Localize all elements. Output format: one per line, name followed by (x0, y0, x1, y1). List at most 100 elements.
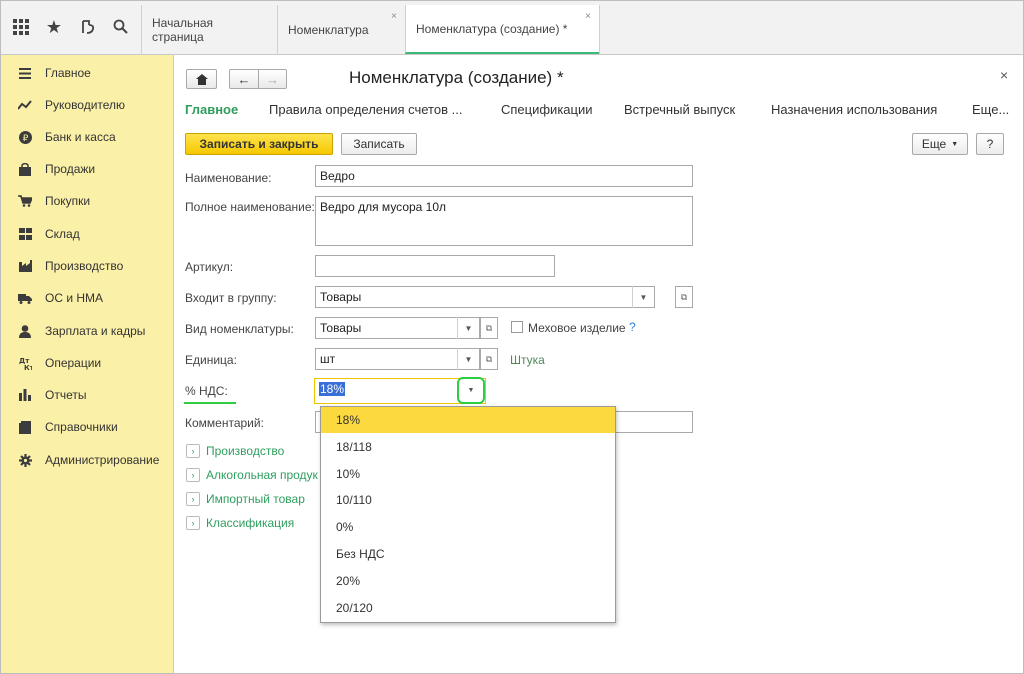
sidebar-item-label: Банк и касса (45, 130, 116, 144)
save-and-close-button[interactable]: Записать и закрыть (185, 133, 333, 155)
sidebar-item-label: ОС и НМА (45, 291, 104, 305)
open-icon[interactable]: ⧉ (480, 317, 498, 339)
tab-specifications[interactable]: Спецификации (501, 102, 593, 117)
gear-icon (17, 452, 33, 468)
history-icon[interactable] (76, 15, 100, 39)
vat-option-0[interactable]: 0% (321, 514, 615, 540)
save-button[interactable]: Записать (341, 133, 417, 155)
name-input[interactable]: Ведро (315, 165, 693, 187)
tab-account-rules[interactable]: Правила определения счетов ... (269, 102, 462, 117)
sidebar-item-sales[interactable]: Продажи (17, 159, 95, 179)
home-button[interactable] (186, 69, 217, 89)
kind-value: Товары (320, 321, 362, 335)
tab-nomenclature[interactable]: Номенклатура × (277, 5, 405, 54)
close-icon[interactable]: × (391, 11, 397, 22)
tab-nomenclature-create[interactable]: Номенклатура (создание) * × (405, 5, 599, 54)
chevron-right-icon: › (186, 444, 200, 458)
fullname-label: Полное наименование: (185, 200, 315, 214)
open-icon[interactable]: ⧉ (675, 286, 693, 308)
vat-option-20-120[interactable]: 20/120 (321, 595, 615, 621)
svg-text:₽: ₽ (22, 134, 28, 144)
vat-option-20[interactable]: 20% (321, 568, 615, 594)
sidebar-item-bank[interactable]: ₽ Банк и касса (17, 127, 116, 147)
more-button[interactable]: Еще ▼ (912, 133, 968, 155)
chevron-right-icon: › (186, 516, 200, 530)
name-label: Наименование: (185, 171, 272, 185)
bag-icon (17, 161, 33, 177)
tab-main[interactable]: Главное (185, 102, 238, 117)
group-alcohol[interactable]: › Алкогольная продук (186, 468, 318, 482)
close-icon[interactable]: × (1000, 67, 1008, 83)
tab-more[interactable]: Еще... (972, 102, 1009, 117)
group-production[interactable]: › Производство (186, 444, 284, 458)
sidebar-item-references[interactable]: Справочники (17, 417, 118, 437)
vat-option-10[interactable]: 10% (321, 461, 615, 487)
close-icon[interactable]: × (585, 11, 591, 22)
group-classification[interactable]: › Классификация (186, 516, 294, 530)
vat-option-18-118[interactable]: 18/118 (321, 434, 615, 460)
trend-icon (17, 97, 33, 113)
top-bar: ★ Начальная страница Номенклатура × Номе… (1, 1, 1023, 55)
apps-grid-icon[interactable] (9, 15, 33, 39)
chevron-down-icon[interactable]: ▼ (632, 286, 654, 308)
fur-label: Меховое изделие (528, 321, 626, 335)
vat-value: 18% (319, 382, 346, 396)
vat-label: % НДС: (185, 384, 228, 398)
tab-usage-purposes[interactable]: Назначения использования (771, 102, 937, 117)
sidebar-item-salary[interactable]: Зарплата и кадры (17, 321, 145, 341)
group-select[interactable]: Товары ▼ (315, 286, 655, 308)
arrow-left-icon: ← (237, 71, 251, 87)
sidebar-item-manager[interactable]: Руководителю (17, 95, 125, 115)
group-label: Входит в группу: (185, 291, 277, 305)
sidebar-item-operations[interactable]: Дт Кт Операции (17, 353, 102, 373)
unit-hint: Штука (510, 353, 545, 367)
comment-label: Комментарий: (185, 416, 264, 430)
group-label: Импортный товар (206, 492, 305, 506)
vat-option-10-110[interactable]: 10/110 (321, 487, 615, 513)
unit-label: Единица: (185, 353, 237, 367)
tab-bar-empty (599, 5, 1023, 54)
help-button[interactable]: ? (976, 133, 1004, 155)
sidebar-item-label: Продажи (45, 162, 96, 176)
sidebar-item-reports[interactable]: Отчеты (17, 385, 86, 405)
search-icon[interactable] (109, 15, 133, 39)
sidebar-item-purchases[interactable]: Покупки (17, 191, 90, 211)
forward-button[interactable]: → (258, 69, 287, 89)
fur-checkbox[interactable] (511, 321, 523, 333)
sidebar-item-main[interactable]: Главное (17, 63, 91, 83)
fullname-input[interactable]: Ведро для мусора 10л (315, 196, 693, 246)
menu-icon (17, 65, 33, 81)
sidebar-item-admin[interactable]: Администрирование (17, 450, 159, 470)
grid-icon (17, 226, 33, 242)
vat-option-18[interactable]: 18% (321, 407, 615, 433)
chevron-right-icon: › (186, 492, 200, 506)
back-button[interactable]: ← (229, 69, 258, 89)
sidebar-item-production[interactable]: Производство (17, 256, 123, 276)
more-label: Еще (921, 137, 947, 151)
sidebar-item-label: Справочники (45, 420, 118, 434)
kind-select[interactable]: Товары ▼ (315, 317, 480, 339)
group-label: Алкогольная продук (206, 468, 318, 482)
page-title: Номенклатура (создание) * (349, 68, 564, 87)
sidebar-item-label: Склад (45, 227, 80, 241)
factory-icon (17, 258, 33, 274)
group-import[interactable]: › Импортный товар (186, 492, 305, 506)
arrow-right-icon: → (266, 71, 279, 87)
tab-counter-output[interactable]: Встречный выпуск (624, 102, 735, 117)
unit-select[interactable]: шт ▼ (315, 348, 480, 370)
vat-option-no-vat[interactable]: Без НДС (321, 541, 615, 567)
open-icon[interactable]: ⧉ (480, 348, 498, 370)
sidebar-item-fixed-assets[interactable]: ОС и НМА (17, 288, 103, 308)
chevron-down-icon[interactable]: ▼ (457, 348, 479, 370)
star-icon[interactable]: ★ (42, 15, 66, 39)
article-input[interactable] (315, 255, 555, 277)
app-window: ★ Начальная страница Номенклатура × Номе… (0, 0, 1024, 674)
sidebar-item-label: Производство (45, 259, 124, 273)
tab-home-page[interactable]: Начальная страница (141, 5, 277, 54)
vat-label-highlight (184, 402, 236, 404)
chevron-down-icon[interactable]: ▼ (457, 317, 479, 339)
sidebar-item-warehouse[interactable]: Склад (17, 224, 80, 244)
help-icon[interactable]: ? (629, 320, 636, 334)
book-icon (17, 419, 33, 435)
vat-dropdown-button[interactable]: ▼ (457, 377, 485, 404)
